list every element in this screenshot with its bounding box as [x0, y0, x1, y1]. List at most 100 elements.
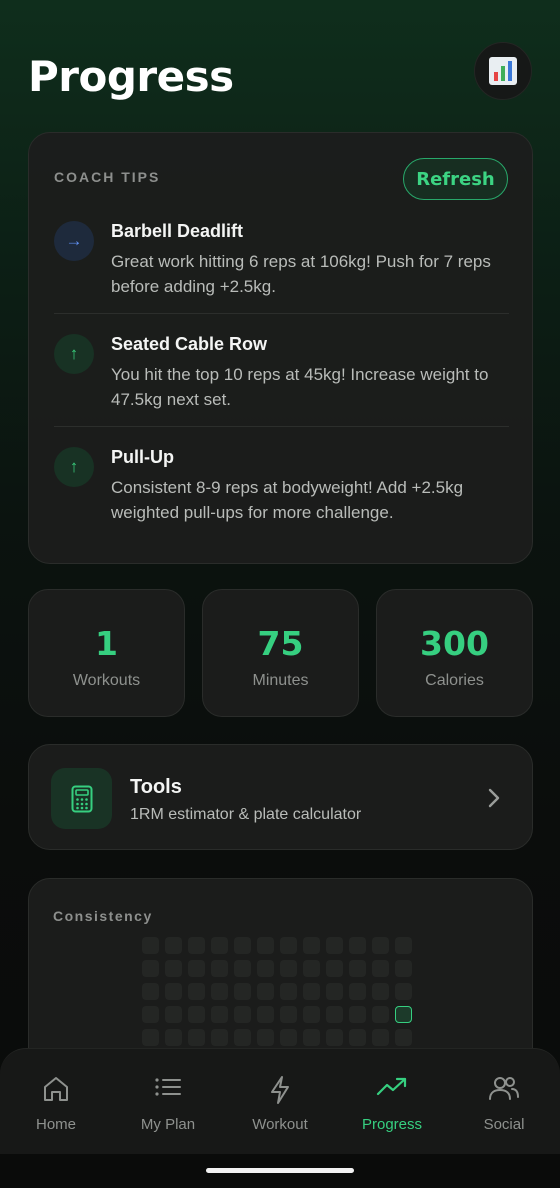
tip-message: You hit the top 10 reps at 45kg! Increas…: [111, 365, 489, 409]
stat-value: 75: [257, 624, 304, 663]
heatmap-cell: [165, 937, 182, 954]
heatmap-cell: [211, 983, 228, 1000]
tools-subtitle: 1RM estimator & plate calculator: [130, 806, 362, 823]
heatmap-cell: [349, 960, 366, 977]
home-icon: [44, 1077, 68, 1101]
heatmap-cell: [372, 937, 389, 954]
heatmap-cell: [188, 960, 205, 977]
nav-label: Workout: [252, 1116, 308, 1133]
heatmap-cell: [165, 1006, 182, 1023]
page-title: Progress: [28, 52, 234, 101]
nav-label: My Plan: [140, 1116, 196, 1133]
stat-value: 1: [95, 624, 118, 663]
heatmap-cell: [188, 937, 205, 954]
tools-title: Tools: [130, 776, 182, 798]
heatmap-cell: [257, 1029, 274, 1046]
heatmap-cell: [326, 937, 343, 954]
heatmap-cell: [165, 983, 182, 1000]
heatmap-cell: [395, 960, 412, 977]
heatmap-cell: [188, 983, 205, 1000]
arrow-right-icon: →: [54, 221, 94, 261]
heatmap-cell: [326, 960, 343, 977]
nav-item-progress[interactable]: Progress: [336, 1049, 448, 1155]
list-icon: [155, 1078, 181, 1096]
arrow-up-icon: ↑: [54, 447, 94, 487]
tip-divider: [54, 426, 509, 427]
tip-exercise-name: Seated Cable Row: [111, 334, 268, 354]
heatmap-cell: [303, 960, 320, 977]
heatmap-cell: [234, 960, 251, 977]
heatmap-cell: [349, 1029, 366, 1046]
nav-item-workout[interactable]: Workout: [224, 1049, 336, 1155]
heatmap-cell: [257, 960, 274, 977]
heatmap-cell: [349, 1006, 366, 1023]
heatmap-cell: [280, 937, 297, 954]
heatmap-cell: [142, 937, 159, 954]
people-icon: [489, 1077, 519, 1100]
heatmap-cell: [142, 983, 159, 1000]
stat-card-minutes: 75 Minutes: [202, 589, 359, 717]
heatmap-cell: [395, 1029, 412, 1046]
nav-item-social[interactable]: Social: [448, 1049, 560, 1155]
heatmap-cell: [142, 960, 159, 977]
stat-value: 300: [420, 624, 489, 663]
heatmap-cell: [303, 983, 320, 1000]
heatmap-cell: [234, 983, 251, 1000]
heatmap-cell: [257, 937, 274, 954]
tip-exercise-name: Barbell Deadlift: [111, 221, 244, 241]
stat-card-workouts: 1 Workouts: [28, 589, 185, 717]
bottom-nav: Home My Plan Workout Progress Social: [0, 1048, 560, 1154]
stat-label: Workouts: [72, 672, 141, 689]
calculator-icon: [71, 785, 92, 812]
bar-chart-icon: [489, 57, 517, 85]
trending-up-icon: [376, 1077, 407, 1096]
heatmap-cell: [165, 960, 182, 977]
tip-message: Great work hitting 6 reps at 106kg! Push…: [111, 252, 491, 296]
heatmap-cell: [188, 1029, 205, 1046]
lightning-icon: [271, 1076, 289, 1104]
heatmap-cell: [234, 937, 251, 954]
heatmap-cell: [280, 1029, 297, 1046]
nav-label: Progress: [361, 1116, 423, 1133]
heatmap-cell: [372, 1006, 389, 1023]
nav-label: Social: [483, 1116, 525, 1133]
heatmap-cell: [372, 960, 389, 977]
coach-tip-item: ↑ Pull-Up Consistent 8-9 reps at bodywei…: [54, 447, 509, 560]
chevron-right-icon: [488, 788, 500, 808]
stat-card-calories: 300 Calories: [376, 589, 533, 717]
heatmap-cell: [142, 1029, 159, 1046]
coach-tips-heading: COACH TIPS: [54, 169, 161, 185]
heatmap-cell: [165, 1029, 182, 1046]
heatmap-cell: [280, 1006, 297, 1023]
heatmap-cell: [303, 1006, 320, 1023]
heatmap-cell: [211, 937, 228, 954]
heatmap-cell: [372, 1029, 389, 1046]
heatmap-cell: [142, 1006, 159, 1023]
tip-exercise-name: Pull-Up: [111, 447, 174, 467]
heatmap-cell: [280, 960, 297, 977]
heatmap-cell: [211, 1006, 228, 1023]
heatmap-cell: [395, 1006, 412, 1023]
coach-tip-item: → Barbell Deadlift Great work hitting 6 …: [54, 221, 509, 334]
home-indicator: [206, 1168, 354, 1173]
heatmap-cell: [326, 983, 343, 1000]
coach-tips-card: COACH TIPS Refresh → Barbell Deadlift Gr…: [28, 132, 533, 564]
heatmap-cell: [395, 937, 412, 954]
stats-chart-button[interactable]: [474, 42, 532, 100]
refresh-button[interactable]: Refresh: [403, 158, 508, 200]
consistency-title: Consistency: [53, 908, 153, 924]
tip-divider: [54, 313, 509, 314]
heatmap-cell: [257, 983, 274, 1000]
heatmap-cell: [326, 1006, 343, 1023]
tip-message: Consistent 8-9 reps at bodyweight! Add +…: [111, 478, 464, 522]
heatmap-cell: [303, 937, 320, 954]
heatmap-cell: [211, 1029, 228, 1046]
tools-icon-box: [51, 768, 112, 829]
nav-item-my-plan[interactable]: My Plan: [112, 1049, 224, 1155]
heatmap-cell: [280, 983, 297, 1000]
nav-item-home[interactable]: Home: [0, 1049, 112, 1155]
tools-card[interactable]: Tools 1RM estimator & plate calculator: [28, 744, 533, 850]
heatmap-cell: [349, 937, 366, 954]
stat-label: Minutes: [252, 672, 309, 689]
heatmap-cell: [326, 1029, 343, 1046]
